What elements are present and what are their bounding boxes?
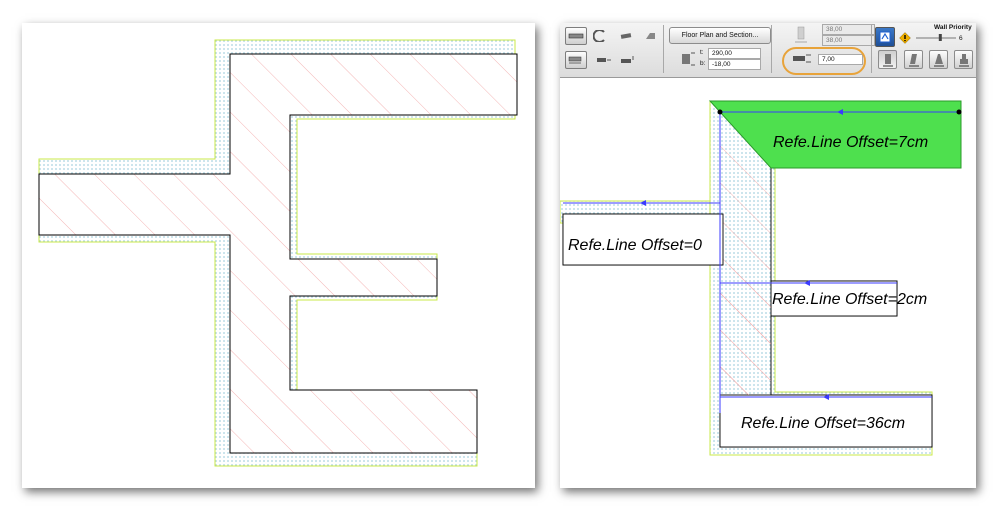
construction-method-button[interactable] — [593, 51, 615, 69]
polygonal-wall-icon — [646, 33, 655, 39]
bottom-offset-field[interactable]: -18,00 — [708, 59, 761, 70]
wall-thickness-icon — [795, 26, 807, 43]
top-offset-field[interactable]: 290,00 — [708, 48, 761, 59]
display-mode-button-3[interactable] — [929, 50, 948, 69]
exclamation-diamond-icon — [899, 32, 911, 44]
straight-wall-button[interactable] — [565, 27, 587, 45]
e-shaped-wall-drawing — [38, 39, 518, 467]
wall-elevation-icon — [682, 52, 695, 66]
wall-core-hatch — [38, 53, 518, 454]
plan-view-original[interactable] — [22, 23, 535, 488]
profiled-wall-icon — [958, 53, 969, 66]
offset-7-label: Refe.Line Offset=7cm — [773, 134, 928, 151]
display-mode-button-4[interactable] — [954, 50, 973, 69]
curved-wall-icon — [593, 30, 605, 42]
offset-36-label: Refe.Line Offset=36cm — [741, 415, 905, 432]
display-mode-button-2[interactable] — [904, 50, 923, 69]
offset-0-label: Refe.Line Offset=0 — [568, 237, 702, 254]
offset-2-label: Refe.Line Offset=2cm — [772, 291, 927, 308]
straight-wall-icon — [568, 33, 584, 39]
wall-endpoint[interactable] — [956, 109, 962, 115]
trapezoid-wall-icon — [620, 33, 632, 39]
wall-relation-icon — [879, 31, 891, 43]
display-mode-button-1[interactable] — [878, 50, 897, 69]
construction-method-icon — [597, 58, 611, 62]
wall-priority-slider[interactable] — [914, 33, 958, 41]
trapezoid-wall-button[interactable] — [615, 27, 637, 45]
relation-settings-button[interactable] — [875, 27, 895, 47]
highlight-ring — [782, 47, 866, 75]
floor-plan-section-button[interactable]: Floor Plan and Section... — [669, 27, 771, 44]
wall-structure-button[interactable] — [617, 51, 639, 69]
reference-line-icon — [568, 56, 582, 64]
wall-settings-view[interactable]: Floor Plan and Section... t: 290,00 b: -… — [560, 23, 976, 488]
wall-priority-value: 6 — [959, 35, 963, 42]
wall-structure-icon — [621, 56, 634, 63]
trapezoid-profile-icon — [933, 53, 944, 66]
straight-profile-icon — [882, 53, 893, 66]
wall-endpoint[interactable] — [717, 109, 723, 115]
curved-wall-button[interactable] — [589, 27, 611, 45]
thickness-bottom-field: 38,00 — [822, 35, 875, 46]
wall-priority-label: Wall Priority — [934, 24, 972, 31]
thickness-top-field: 38,00 — [822, 24, 875, 35]
slanted-profile-icon — [908, 53, 919, 66]
top-offset-label: t: — [700, 49, 704, 56]
annotated-wall-drawing: Refe.Line Offset=7cm Refe.Line Offset=0 … — [560, 100, 962, 456]
info-box-toolbar: Floor Plan and Section... t: 290,00 b: -… — [560, 23, 976, 78]
polygonal-wall-button[interactable] — [639, 27, 661, 45]
bottom-offset-label: b: — [700, 60, 706, 67]
reference-line-location-button[interactable] — [565, 51, 587, 69]
